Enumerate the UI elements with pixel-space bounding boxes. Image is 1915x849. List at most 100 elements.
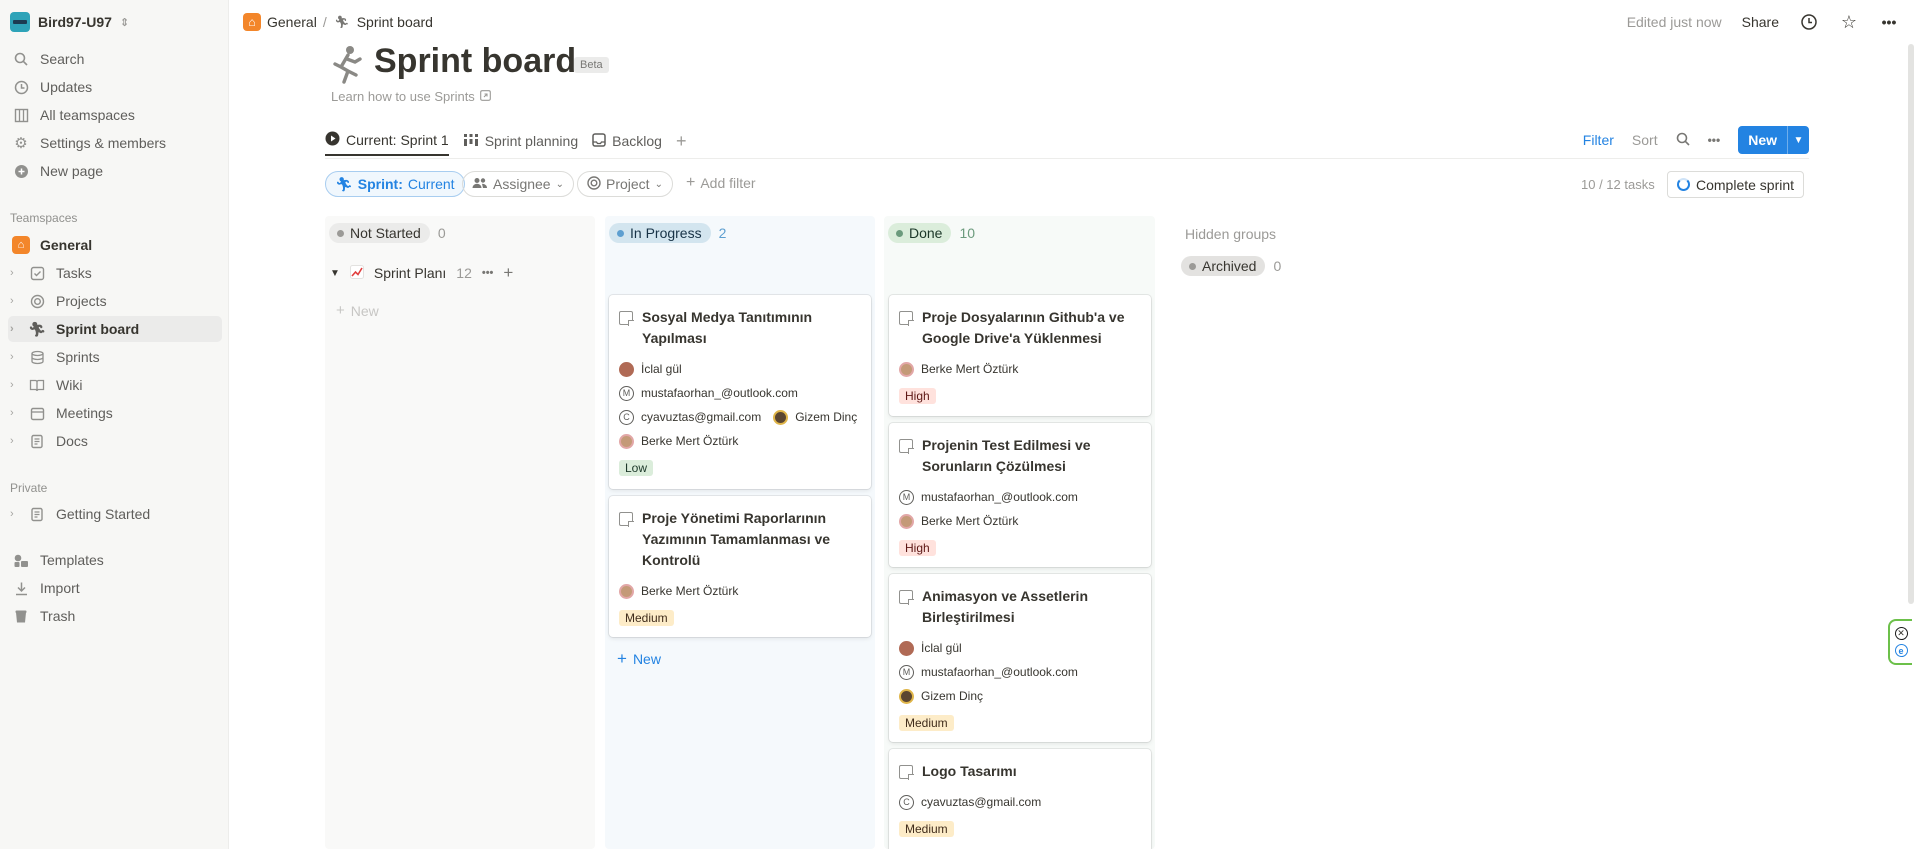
new-button-label[interactable]: New [1738, 126, 1787, 154]
side-widget[interactable]: ✕ e [1888, 619, 1912, 665]
extension-icon[interactable]: e [1894, 644, 1908, 657]
search-icon[interactable] [1676, 132, 1690, 149]
new-card-label: New [632, 651, 661, 667]
sidebar-item-updates[interactable]: Updates [8, 74, 222, 100]
trash-icon [12, 607, 30, 625]
close-icon[interactable]: ✕ [1894, 627, 1908, 640]
sidebar-item-getting-started[interactable]: › Getting Started [8, 501, 222, 527]
chevron-right-icon[interactable]: › [10, 351, 18, 363]
assignee-name: Berke Mert Öztürk [921, 362, 1019, 376]
more-icon[interactable]: ••• [1708, 133, 1721, 147]
target-icon [587, 175, 601, 193]
add-view-button[interactable]: + [676, 126, 687, 156]
task-card[interactable]: Projenin Test Edilmesi ve Sorunların Çözü… [889, 423, 1151, 567]
sidebar-item-trash[interactable]: Trash [8, 603, 222, 629]
sidebar-item-templates[interactable]: Templates [8, 547, 222, 573]
sidebar-item-search[interactable]: Search [8, 46, 222, 72]
workspace-switcher[interactable]: Bird97-U97 ⇕ [10, 10, 129, 34]
chevron-right-icon[interactable]: › [10, 435, 18, 447]
sidebar-item-general[interactable]: ⌂ General [8, 232, 222, 258]
archived-group[interactable]: Archived 0 [1181, 256, 1281, 276]
column-header-not-started[interactable]: Not Started 0 [329, 220, 446, 246]
sprint-filter-pill[interactable]: 🏃︎ Sprint: Current [325, 171, 465, 197]
assignee-filter-pill[interactable]: Assignee ⌄ [462, 171, 574, 197]
breadcrumb-current[interactable]: Sprint board [357, 14, 433, 30]
task-card[interactable]: Animasyon ve Assetlerin Birleştirilmesi İ… [889, 574, 1151, 742]
learn-link[interactable]: Learn how to use Sprints [331, 89, 491, 104]
view-actions: Filter Sort ••• New ▼ [1583, 125, 1809, 155]
tab-current-sprint[interactable]: Current: Sprint 1 [325, 126, 449, 156]
download-icon [12, 579, 30, 597]
triangle-down-icon[interactable]: ▼ [330, 268, 340, 279]
card-title: Sosyal Medya Tanıtımının Yapılması [619, 307, 861, 349]
chevron-right-icon[interactable]: › [10, 379, 18, 391]
complete-sprint-button[interactable]: Complete sprint [1667, 171, 1805, 198]
chevron-right-icon[interactable]: › [10, 407, 18, 419]
avatar [899, 361, 914, 377]
sidebar-item-import[interactable]: Import [8, 575, 222, 601]
sidebar-item-meetings[interactable]: › Meetings [8, 400, 222, 426]
assignee-name: Gizem Dinç [921, 689, 984, 703]
chevron-right-icon[interactable]: › [10, 267, 18, 279]
filter-button[interactable]: Filter [1583, 132, 1614, 148]
sidebar-item-settings[interactable]: ⚙ Settings & members [8, 130, 222, 156]
task-card[interactable]: Proje Dosyalarının Github'a ve Google Dri… [889, 295, 1151, 416]
page-title[interactable]: Sprint board [374, 42, 576, 81]
page-scrollbar[interactable] [1908, 44, 1914, 604]
chevron-right-icon[interactable]: › [10, 323, 18, 335]
card-title-line: Proje Yönetimi Raporlarının [642, 510, 827, 526]
runner-icon: 🏃︎ [334, 15, 350, 29]
column-header-in-progress[interactable]: In Progress 2 [609, 220, 726, 246]
add-filter-button[interactable]: + Add filter [686, 174, 756, 192]
sidebar-item-docs[interactable]: › Docs [8, 428, 222, 454]
assignee-name: mustafaorhan_@outlook.com [641, 386, 798, 400]
assignee-pair: Ccyavuztas@gmail.com Gizem Dinç [619, 405, 861, 429]
new-card-in-progress[interactable]: + New [617, 649, 661, 669]
new-button[interactable]: New ▼ [1738, 126, 1809, 154]
breadcrumb-parent[interactable]: General [267, 14, 317, 30]
new-card-not-started[interactable]: + New [336, 302, 379, 319]
assignee-filter-label: Assignee [493, 176, 551, 192]
tab-sprint-planning[interactable]: Sprint planning [463, 126, 578, 156]
chevron-down-icon[interactable]: ▼ [1787, 126, 1809, 154]
status-badge: Done [888, 223, 952, 243]
sidebar-item-tasks[interactable]: › Tasks [8, 260, 222, 286]
task-card[interactable]: Sosyal Medya Tanıtımının Yapılması İclal … [609, 295, 871, 489]
page-runner-icon[interactable] [328, 44, 364, 84]
sprint-filter-prefix: Sprint: [357, 176, 403, 192]
page-icon [619, 311, 634, 326]
share-button[interactable]: Share [1742, 14, 1779, 30]
sort-button[interactable]: Sort [1632, 132, 1658, 148]
house-icon: ⌂ [12, 236, 30, 254]
runner-icon: 🏃︎ [335, 175, 353, 192]
avatar [619, 433, 634, 449]
tasks-count: 10 / 12 tasks [1581, 177, 1655, 192]
chevron-right-icon[interactable]: › [10, 295, 18, 307]
column-header-done[interactable]: Done 10 [888, 220, 975, 246]
sidebar-item-projects[interactable]: › Projects [8, 288, 222, 314]
group-header-sprint-plani[interactable]: ▼ Sprint Planı 12 ••• + [330, 263, 513, 283]
star-icon[interactable]: ☆ [1839, 12, 1859, 32]
card-title-line: Kontrolü [642, 552, 701, 568]
sidebar-item-sprint-board[interactable]: › 🏃︎ Sprint board [8, 316, 222, 342]
history-icon[interactable] [1799, 12, 1819, 32]
plus-icon[interactable]: + [503, 263, 513, 283]
sidebar-item-wiki[interactable]: › Wiki [8, 372, 222, 398]
task-card[interactable]: Logo Tasarımı Ccyavuztas@gmail.com Mediu… [889, 749, 1151, 849]
project-filter-pill[interactable]: Project ⌄ [577, 171, 673, 197]
more-icon[interactable]: ••• [482, 267, 494, 279]
chevron-right-icon[interactable]: › [10, 508, 18, 520]
assignee: Gizem Dinç [899, 684, 1141, 708]
task-card[interactable]: Proje Yönetimi Raporlarının Yazımının Tam… [609, 496, 871, 637]
stack-icon [28, 348, 46, 366]
priority-tag: High [899, 540, 936, 556]
sidebar-item-all-teamspaces[interactable]: All teamspaces [8, 102, 222, 128]
sidebar-item-label: Search [40, 51, 85, 67]
plus-circle-icon [12, 162, 30, 180]
sidebar-item-new-page[interactable]: New page [8, 158, 222, 184]
more-icon[interactable]: ••• [1879, 12, 1899, 32]
tab-backlog[interactable]: Backlog [592, 126, 662, 156]
sidebar-item-sprints[interactable]: › Sprints [8, 344, 222, 370]
assignee-name: İclal gül [641, 362, 682, 376]
sidebar-item-label: Settings & members [40, 135, 167, 151]
